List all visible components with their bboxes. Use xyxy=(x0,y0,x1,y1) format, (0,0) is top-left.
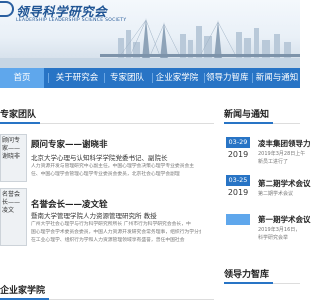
expert-photo[interactable]: 顾问专家——谢晓非 xyxy=(0,134,27,182)
nav-item-college[interactable]: 企业家学院 xyxy=(154,68,200,88)
news-summary-line: 2019年3月16日， xyxy=(258,227,301,233)
expert-description-line: 广州大学社会心理学与行为科学研究所所长 广州市行为科学研究会会长，中 xyxy=(31,222,191,227)
news-year: 2019 xyxy=(227,150,249,159)
nav-divider xyxy=(48,73,49,83)
news-summary-line: 2019年3月28日上午 xyxy=(258,151,306,157)
expert-title: 暨南大学管理学院人力资源管理研究所 教授 xyxy=(31,212,157,220)
thinktank-section-header: 领导力智库 xyxy=(224,268,300,284)
nav-item-thinktank[interactable]: 领导力智库 xyxy=(206,68,249,88)
news-summary-line: 第二期学术会议 xyxy=(258,191,294,197)
nav-item-about[interactable]: 关于研究会 xyxy=(52,68,102,88)
news-section-header: 新闻与通知 xyxy=(224,108,300,124)
expert-description-line: 任、中国心理学会管理心理学专业委员会委员，北京社会心理学会副理 xyxy=(31,172,180,177)
news-summary: 2019年3月28日上午 新员工进行了 xyxy=(258,150,305,166)
site-banner: 领导科学研究会 LEADERSHIP LEADERSHIP SCIENCE SO… xyxy=(0,0,300,68)
expert-title: 北京大学心理与认知科学学院党委书记、副院长 xyxy=(31,154,168,162)
expert-photo-caption: 顾问专家——谢晓非 xyxy=(2,137,21,160)
news-year: 2019 xyxy=(227,188,249,197)
news-title[interactable]: 凌丰集团领导力 xyxy=(258,138,311,149)
site-subtitle: LEADERSHIP LEADERSHIP SCIENCE SOCIETY xyxy=(16,18,127,23)
news-heading: 新闻与通知 xyxy=(224,108,274,124)
college-section-header: 企业家学院 xyxy=(0,284,214,300)
experts-section-header: 专家团队 xyxy=(0,108,214,124)
news-title[interactable]: 第一期学术会议 xyxy=(258,214,311,225)
expert-photo[interactable]: 名誉会长——凌文 xyxy=(0,188,27,246)
news-date-badge: 03-25 xyxy=(226,175,250,186)
expert-description: 人力资源开发与管理研究中心副主任。中国心理学会决策心理学专业委员会主 任、中国心… xyxy=(31,163,201,179)
news-date-badge: 03-29 xyxy=(226,137,250,148)
experts-heading: 专家团队 xyxy=(0,108,41,124)
news-summary-line: 新员工进行了 xyxy=(258,159,289,165)
expert-description-line: 在工业心理学、组织行为学和人力资源管理领域享有盛誉，曾任中国社会 xyxy=(31,238,185,243)
nav-divider xyxy=(152,73,153,83)
nav-divider xyxy=(204,73,205,83)
main-nav: 首页 关于研究会 专家团队 企业家学院 领导力智库 新闻与通知 xyxy=(0,68,300,88)
news-summary: 2019年3月16日， 科学研究会举 xyxy=(258,226,300,242)
nav-divider xyxy=(104,73,105,83)
expert-description: 广州大学社会心理学与行为科学研究所所长 广州市行为科学研究会会长，中 国心理学会… xyxy=(31,221,201,245)
nav-item-news[interactable]: 新闻与通知 xyxy=(254,68,300,88)
news-summary-line: 科学研究会举 xyxy=(258,235,289,241)
thinktank-heading: 领导力智库 xyxy=(224,268,274,284)
expert-description-line: 人力资源开发与管理研究中心副主任。中国心理学会决策心理学专业委员会主 xyxy=(31,164,195,169)
college-heading: 企业家学院 xyxy=(0,284,50,300)
expert-description-line: 国心理学会学术委员会委员，中国人力资源开发研究会常务理事，组织行为学分会 xyxy=(31,230,201,235)
nav-item-home[interactable]: 首页 xyxy=(0,68,44,88)
news-date-badge xyxy=(226,214,250,225)
nav-divider xyxy=(252,73,253,83)
expert-photo-caption: 名誉会长——凌文 xyxy=(2,191,21,214)
expert-name[interactable]: 名誉会长——凌文辁 xyxy=(31,198,108,210)
nav-item-experts[interactable]: 专家团队 xyxy=(106,68,148,88)
news-summary: 第二期学术会议 xyxy=(258,190,293,198)
news-title[interactable]: 第二期学术会议 xyxy=(258,178,311,189)
expert-name[interactable]: 顾问专家——谢晓非 xyxy=(31,138,108,150)
